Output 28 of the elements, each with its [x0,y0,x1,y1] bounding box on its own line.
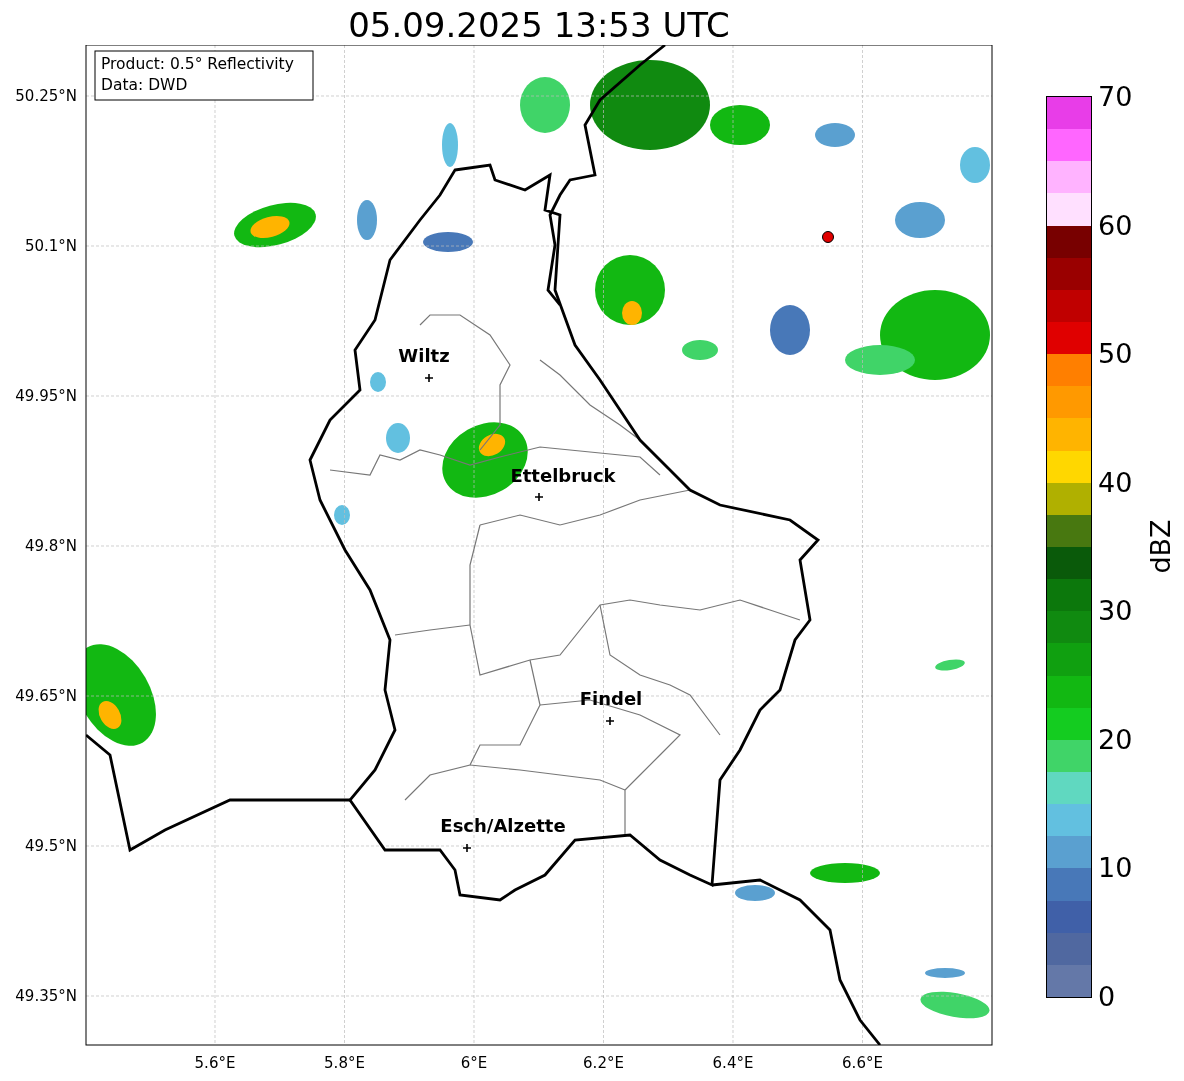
scale-label: 10 [1098,851,1133,883]
latitude-label: 49.35°N [15,987,77,1005]
info-text: Data: DWD [101,76,188,94]
latitude-label: 50.1°N [24,237,77,255]
scale-label: 20 [1098,723,1133,755]
latitude-label: 49.5°N [24,837,77,855]
city-label: Findel [579,688,643,709]
scale-label: 0 [1098,980,1116,1012]
map-title: 05.09.2025 13:53 UTC [348,4,730,47]
city-label: Esch/Alzette [440,815,566,836]
city-label: Wiltz [398,345,450,366]
latitude-label: 50.25°N [15,87,77,105]
scale-label: 50 [1098,337,1133,369]
info-text: Product: 0.5° Reflectivity [101,55,294,73]
longitude-label: 5.8°E [324,1054,365,1072]
scale-label: 70 [1098,80,1133,112]
scale-label: 60 [1098,209,1133,241]
scale-label: 40 [1098,466,1133,498]
unit-label: dBZ [1144,518,1176,574]
longitude-label: 5.6°E [194,1054,236,1072]
latitude-label: 49.8°N [24,537,77,555]
longitude-label: 6.2°E [583,1054,624,1072]
longitude-label: 6.6°E [842,1054,883,1072]
scale-label: 30 [1098,594,1133,626]
latitude-label: 49.65°N [15,687,77,705]
longitude-label: 6°E [460,1054,488,1072]
longitude-label: 6.4°E [712,1054,754,1072]
latitude-label: 49.95°N [15,387,77,405]
